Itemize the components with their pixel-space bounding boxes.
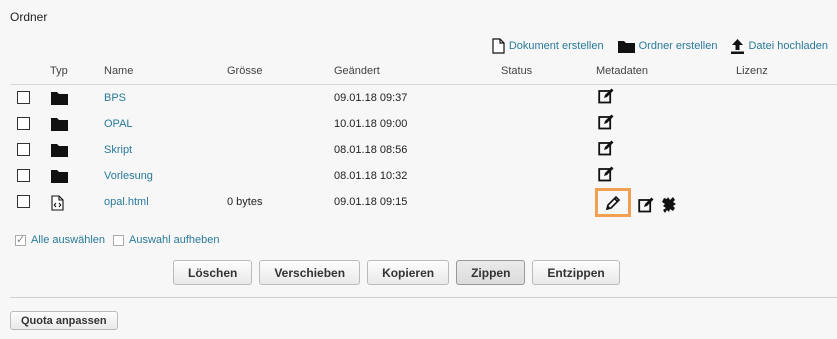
header-size[interactable]: Grösse	[227, 65, 262, 77]
table-row: Vorlesung 08.01.18 10:32	[10, 163, 837, 189]
file-modified: 10.01.18 09:00	[334, 118, 408, 130]
metadata-actions	[598, 166, 614, 182]
deselect-label[interactable]: Auswahl aufheben	[129, 234, 220, 246]
unzip-button[interactable]: Entzippen	[532, 260, 620, 285]
deselect-toggle[interactable]: Auswahl aufheben	[113, 234, 220, 246]
select-all-label[interactable]: Alle auswählen	[31, 234, 105, 246]
folder-icon	[51, 144, 68, 157]
create-document-label: Dokument erstellen	[508, 40, 604, 52]
header-name[interactable]: Name	[104, 65, 133, 77]
file-name-link[interactable]: OPAL	[104, 118, 133, 130]
header-metadata[interactable]: Metadaten	[596, 65, 648, 77]
folder-icon	[51, 92, 68, 105]
row-checkbox[interactable]	[17, 117, 30, 130]
file-name-link[interactable]: Vorlesung	[104, 170, 153, 182]
copy-button[interactable]: Kopieren	[367, 260, 450, 285]
metadata-actions	[598, 114, 614, 130]
row-checkbox[interactable]	[17, 195, 30, 208]
file-modified: 08.01.18 08:56	[334, 144, 408, 156]
deselect-checkbox[interactable]	[113, 234, 124, 246]
folder-icon	[51, 118, 68, 131]
file-modified: 09.01.18 09:37	[334, 92, 408, 104]
edit-file-button[interactable]	[595, 188, 631, 217]
folder-icon	[51, 170, 68, 183]
upload-icon	[731, 38, 745, 54]
file-size: 0 bytes	[227, 196, 263, 208]
action-bar: Dokument erstellen Ordner erstellen Date…	[492, 38, 828, 54]
header-modified[interactable]: Geändert	[334, 65, 380, 77]
edit-metadata-icon[interactable]	[638, 197, 654, 213]
quota-button[interactable]: Quota anpassen	[10, 311, 118, 330]
create-folder-link[interactable]: Ordner erstellen	[617, 40, 718, 53]
file-name-link[interactable]: Skript	[104, 144, 132, 156]
upload-file-label: Datei hochladen	[748, 40, 828, 52]
edit-metadata-icon[interactable]	[598, 140, 614, 156]
file-modified: 09.01.18 09:15	[334, 196, 408, 208]
page-title: Ordner	[10, 10, 48, 24]
select-all-toggle[interactable]: Alle auswählen	[15, 233, 105, 246]
file-modified: 08.01.18 10:32	[334, 170, 408, 182]
metadata-actions	[598, 88, 614, 104]
row-checkbox[interactable]	[17, 143, 30, 156]
divider	[10, 297, 837, 298]
row-checkbox[interactable]	[17, 169, 30, 182]
table-row: BPS 09.01.18 09:37	[10, 85, 837, 111]
pencil-icon	[605, 195, 621, 210]
table-row: opal.html 0 bytes 09.01.18 09:15	[10, 188, 837, 217]
create-document-link[interactable]: Dokument erstellen	[492, 38, 604, 54]
upload-file-link[interactable]: Datei hochladen	[731, 38, 828, 54]
bulk-action-buttons: Löschen Verschieben Kopieren Zippen Entz…	[173, 260, 620, 285]
edit-metadata-icon[interactable]	[598, 88, 614, 104]
edit-metadata-icon[interactable]	[598, 166, 614, 182]
table-header: Typ Name Grösse Geändert Status Metadate…	[10, 58, 837, 85]
file-table: Typ Name Grösse Geändert Status Metadate…	[10, 58, 837, 217]
create-folder-label: Ordner erstellen	[638, 40, 718, 52]
file-actions	[595, 188, 679, 217]
folder-icon	[617, 40, 635, 53]
file-name-link[interactable]: opal.html	[104, 196, 149, 208]
metadata-actions	[598, 140, 614, 156]
selection-bar: Alle auswählen Auswahl aufheben	[15, 233, 220, 246]
row-checkbox[interactable]	[17, 91, 30, 104]
table-row: OPAL 10.01.18 09:00	[10, 111, 837, 137]
edit-metadata-icon[interactable]	[598, 114, 614, 130]
html-file-icon	[51, 195, 64, 211]
header-license[interactable]: Lizenz	[736, 65, 768, 77]
delete-button[interactable]: Löschen	[173, 260, 253, 285]
select-all-checkbox[interactable]	[15, 233, 26, 246]
document-icon	[492, 38, 505, 54]
header-status[interactable]: Status	[501, 65, 532, 77]
file-name-link[interactable]: BPS	[104, 92, 126, 104]
puzzle-icon[interactable]	[661, 196, 679, 214]
header-type[interactable]: Typ	[50, 65, 68, 77]
zip-button[interactable]: Zippen	[456, 260, 526, 285]
table-row: Skript 08.01.18 08:56	[10, 137, 837, 163]
move-button[interactable]: Verschieben	[259, 260, 361, 285]
